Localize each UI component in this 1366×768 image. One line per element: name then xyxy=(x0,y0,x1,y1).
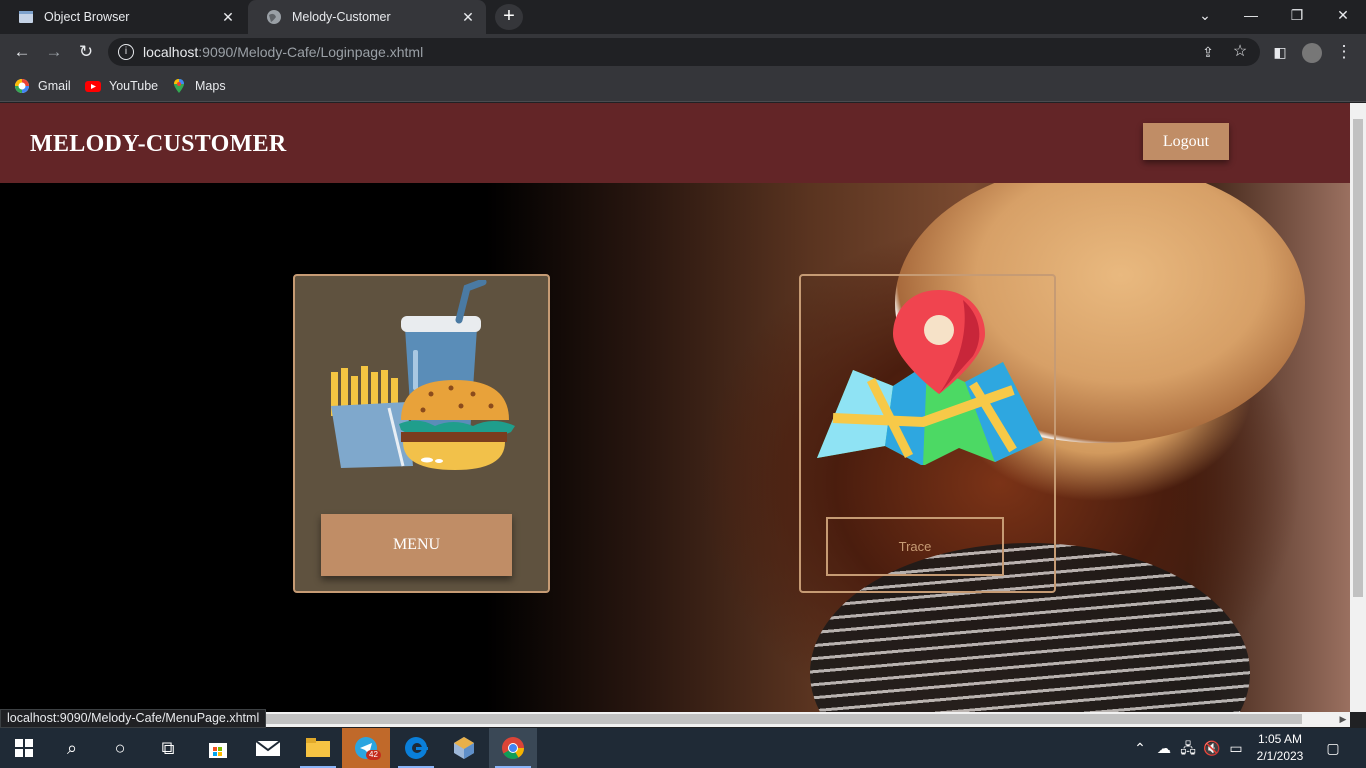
menu-kebab-icon[interactable]: ⋮ xyxy=(1332,40,1356,64)
map-location-icon xyxy=(817,290,1043,465)
close-tab-icon[interactable]: ✕ xyxy=(220,9,236,25)
tab-object-browser[interactable]: Object Browser ✕ xyxy=(0,0,246,34)
bookmark-label: Gmail xyxy=(38,79,71,93)
share-icon[interactable]: ⇪ xyxy=(1196,40,1220,64)
close-tab-icon[interactable]: ✕ xyxy=(460,9,476,25)
bookmark-maps[interactable]: Maps xyxy=(171,77,226,95)
web-page: MELODY-CUSTOMER Logout MENU Trace xyxy=(0,103,1350,712)
menu-button[interactable]: MENU xyxy=(321,514,512,576)
vertical-scroll-thumb[interactable] xyxy=(1353,119,1363,597)
youtube-icon xyxy=(85,78,101,94)
cortana-icon[interactable]: ○ xyxy=(96,728,144,768)
store-icon[interactable] xyxy=(194,728,242,768)
google-icon xyxy=(14,78,30,94)
clock-time: 1:05 AM xyxy=(1257,732,1303,746)
browser-toolbar: ← → ↻ i localhost:9090/Melody-Cafe/Login… xyxy=(0,34,1366,70)
notifications-icon[interactable]: ▢ xyxy=(1320,728,1346,768)
site-header: MELODY-CUSTOMER Logout xyxy=(0,103,1350,183)
clock-date: 2/1/2023 xyxy=(1256,749,1304,763)
file-explorer-icon[interactable] xyxy=(294,728,342,768)
new-tab-button[interactable]: + xyxy=(495,4,523,30)
close-window-button[interactable]: ✕ xyxy=(1320,0,1366,32)
bookmark-label: YouTube xyxy=(109,79,159,93)
profile-avatar[interactable] xyxy=(1302,43,1322,63)
start-icon[interactable] xyxy=(0,728,48,768)
bookmark-label: Maps xyxy=(195,79,226,93)
telegram-badge: 42 xyxy=(366,750,381,760)
back-icon[interactable]: ← xyxy=(10,40,34,64)
logout-button[interactable]: Logout xyxy=(1143,123,1229,160)
side-panel-icon[interactable]: ◧ xyxy=(1268,40,1292,64)
page-icon xyxy=(18,9,34,25)
tab-search-icon[interactable]: ⌄ xyxy=(1182,0,1228,32)
search-icon[interactable]: ⌕ xyxy=(48,728,96,768)
mail-icon[interactable] xyxy=(244,728,292,768)
tab-melody-customer[interactable]: Melody-Customer ✕ xyxy=(248,0,486,34)
network-icon[interactable]: 🖧 xyxy=(1176,728,1200,768)
tab-label: Melody-Customer xyxy=(292,10,391,24)
trace-card: Trace xyxy=(799,274,1056,593)
reload-icon[interactable]: ↻ xyxy=(74,40,98,64)
app-icon[interactable] xyxy=(440,728,488,768)
bookmark-star-icon[interactable]: ☆ xyxy=(1228,40,1252,64)
maps-icon xyxy=(171,78,187,94)
site-title: MELODY-CUSTOMER xyxy=(30,131,287,157)
minimize-button[interactable]: — xyxy=(1228,0,1274,32)
chrome-icon[interactable] xyxy=(489,728,537,768)
menu-card: MENU xyxy=(293,274,550,593)
battery-icon[interactable]: ▭ xyxy=(1224,728,1248,768)
scroll-right-icon[interactable]: ▶ xyxy=(1336,712,1350,727)
tab-label: Object Browser xyxy=(44,10,130,24)
bookmark-gmail[interactable]: Gmail xyxy=(14,77,71,95)
restore-button[interactable]: ❐ xyxy=(1274,0,1320,32)
trace-button[interactable]: Trace xyxy=(826,517,1004,576)
fast-food-icon xyxy=(331,280,515,470)
bookmarks-bar: Gmail YouTube Maps xyxy=(0,70,1366,102)
status-bar-url: localhost:9090/Melody-Cafe/MenuPage.xhtm… xyxy=(0,709,267,728)
windows-taskbar: ⌕ ○ ⧉ 42 ⌃ ☁ 🖧 🔇 ▭ 1:05 AM 2/1/2023 ▢ xyxy=(0,728,1366,768)
horizontal-scroll-thumb[interactable] xyxy=(254,714,1302,724)
tab-strip: Object Browser ✕ Melody-Customer ✕ + ⌄ —… xyxy=(0,0,1366,34)
bookmark-youtube[interactable]: YouTube xyxy=(85,77,158,95)
coffee-background-image xyxy=(0,163,1350,712)
site-info-icon[interactable]: i xyxy=(118,44,134,60)
edge-icon[interactable] xyxy=(392,728,440,768)
globe-icon xyxy=(266,9,282,25)
url-text[interactable]: localhost:9090/Melody-Cafe/Loginpage.xht… xyxy=(143,44,423,60)
forward-icon[interactable]: → xyxy=(42,40,66,64)
volume-muted-icon[interactable]: 🔇 xyxy=(1200,728,1224,768)
task-view-icon[interactable]: ⧉ xyxy=(144,728,192,768)
cloud-icon[interactable]: ☁ xyxy=(1152,728,1176,768)
tray-overflow-icon[interactable]: ⌃ xyxy=(1128,728,1152,768)
system-clock[interactable]: 1:05 AM 2/1/2023 xyxy=(1248,731,1312,765)
telegram-icon[interactable]: 42 xyxy=(342,728,390,768)
horizontal-scrollbar[interactable]: ▶ xyxy=(254,712,1350,727)
vertical-scrollbar[interactable] xyxy=(1350,103,1366,712)
